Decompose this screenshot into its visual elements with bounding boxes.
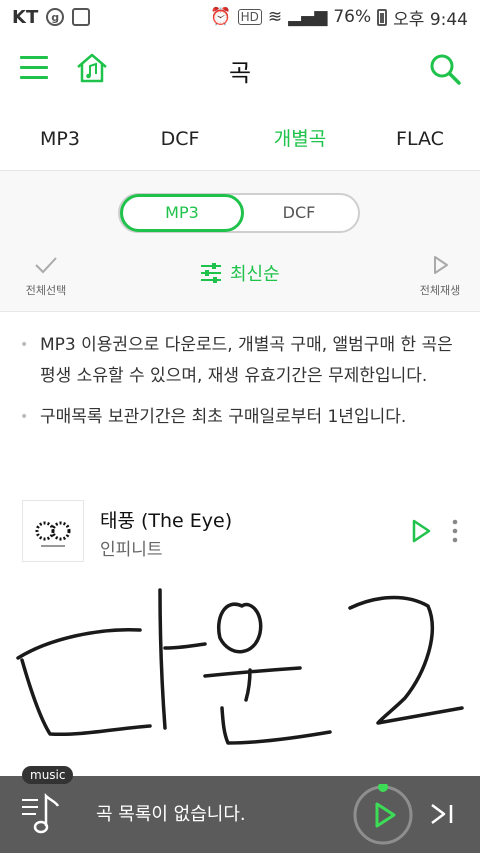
music-badge: music xyxy=(22,766,74,784)
play-all-button[interactable]: 전체재생 xyxy=(412,254,468,298)
more-options-icon[interactable] xyxy=(446,518,464,544)
hd-icon: HD xyxy=(237,9,262,25)
category-tabs: MP3 DCF 개별곡 FLAC xyxy=(0,110,480,171)
sort-button[interactable]: 최신순 xyxy=(200,260,280,286)
carrier-label: KT xyxy=(12,6,39,28)
player-message: 곡 목록이 없습니다. xyxy=(96,804,246,825)
clock: 오후 9:44 xyxy=(393,9,468,30)
battery-label: 76% xyxy=(333,7,372,27)
tab-flac[interactable]: FLAC xyxy=(360,110,480,170)
note-item: 구매목록 보관기간은 최초 구매일로부터 1년입니다. xyxy=(18,402,462,433)
tab-mp3[interactable]: MP3 xyxy=(0,110,120,170)
infinity-logo-icon xyxy=(35,521,71,547)
search-icon[interactable] xyxy=(428,52,462,86)
track-title: 태풍 (The Eye) xyxy=(100,510,233,532)
alarm-icon: ⏰ xyxy=(210,7,232,27)
handwritten-scribble xyxy=(16,588,464,745)
toggle-mp3-button[interactable]: MP3 xyxy=(120,194,244,232)
page-title: 곡 xyxy=(228,58,252,87)
sort-label: 최신순 xyxy=(230,264,280,285)
wifi-icon: ≋ xyxy=(267,7,283,27)
signal-icon: ▂▄▆ xyxy=(288,7,328,27)
album-art xyxy=(22,500,84,562)
playlist-note-icon[interactable] xyxy=(20,792,60,836)
track-play-icon[interactable] xyxy=(408,518,434,544)
select-all-label: 전체선택 xyxy=(25,284,67,297)
sort-sliders-icon xyxy=(201,263,221,283)
gallery-icon xyxy=(72,8,91,26)
tab-dcf[interactable]: DCF xyxy=(120,110,240,170)
track-row[interactable]: 태풍 (The Eye) 인피니트 xyxy=(0,498,480,566)
player-play-icon[interactable] xyxy=(352,784,414,846)
select-all-button[interactable]: 전체선택 xyxy=(18,254,74,298)
next-track-icon[interactable] xyxy=(428,800,456,828)
battery-icon xyxy=(377,8,388,26)
g-app-icon: g xyxy=(46,8,65,26)
status-bar: KT g ⏰ HD ≋ ▂▄▆ 76% 오후 9:44 xyxy=(0,0,480,34)
app-header: 곡 xyxy=(0,34,480,106)
note-item: MP3 이용권으로 다운로드, 개별곡 구매, 앨범구매 한 곡은 평생 소유할… xyxy=(18,330,462,392)
tab-individual[interactable]: 개별곡 xyxy=(240,110,360,170)
toggle-dcf-button[interactable]: DCF xyxy=(244,194,354,232)
track-artist: 인피니트 xyxy=(100,540,163,560)
play-all-label: 전체재생 xyxy=(419,284,461,297)
play-outline-icon xyxy=(434,256,448,274)
check-icon xyxy=(35,257,57,274)
home-music-icon[interactable] xyxy=(74,50,110,86)
info-notes: MP3 이용권으로 다운로드, 개별곡 구매, 앨범구매 한 곡은 평생 소유할… xyxy=(18,330,462,443)
menu-icon[interactable] xyxy=(20,56,48,80)
